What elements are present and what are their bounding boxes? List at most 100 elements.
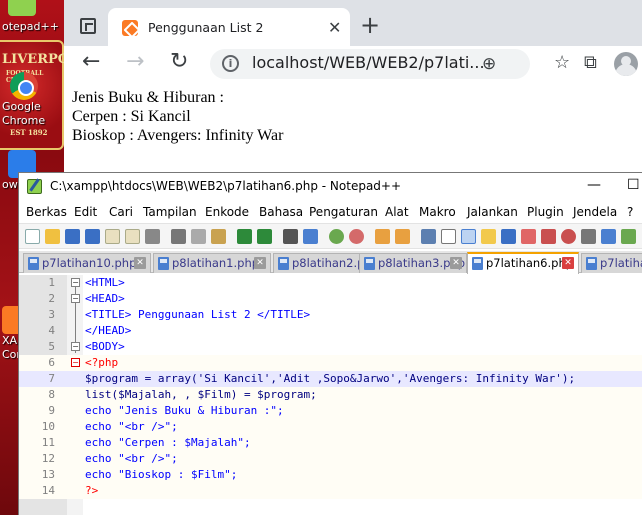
- close-tab-icon[interactable]: ✕: [562, 257, 574, 269]
- code-editor[interactable]: 1 − <HTML> 2 − <HEAD> 3 <TITLE> Pengguna…: [19, 275, 642, 515]
- code-text: <BODY>: [85, 340, 125, 353]
- fold-toggle-icon[interactable]: −: [71, 278, 80, 287]
- desktop-icon-label[interactable]: otepad++: [2, 20, 59, 33]
- line-number: 6: [48, 356, 55, 369]
- maximize-button[interactable]: ☐: [627, 177, 640, 193]
- close-tab-icon[interactable]: ✕: [134, 257, 146, 269]
- php-file-icon: [364, 257, 375, 270]
- file-tab-name: p7latihan6.php: [486, 256, 574, 270]
- menu-berkas[interactable]: Berkas: [26, 205, 67, 219]
- chrome-window: Penggunaan List 2 ✕ + ← → ↻ i localhost/…: [64, 0, 642, 178]
- desktop-icon-label[interactable]: ow: [2, 178, 18, 191]
- file-tab[interactable]: p7latihan10.php ✕: [23, 253, 151, 273]
- paste-icon[interactable]: [211, 229, 226, 244]
- menu-pengaturan[interactable]: Pengaturan: [309, 205, 378, 219]
- page-line: Jenis Buku & Hiburan :: [72, 89, 224, 106]
- line-number: 9: [48, 404, 55, 417]
- open-file-icon[interactable]: [45, 229, 60, 244]
- folder-workspace-icon[interactable]: [521, 229, 536, 244]
- sync-scroll-v-icon[interactable]: [375, 229, 390, 244]
- menu-makro[interactable]: Makro: [419, 205, 456, 219]
- desktop-icon-label[interactable]: Google: [2, 100, 41, 113]
- notepad-plus-plus-icon[interactable]: [8, 0, 36, 16]
- record-macro-icon[interactable]: [561, 229, 576, 244]
- back-arrow-icon[interactable]: ←: [82, 51, 100, 73]
- print-icon[interactable]: [145, 229, 160, 244]
- doc-map-icon[interactable]: [481, 229, 496, 244]
- fold-toggle-icon[interactable]: −: [71, 358, 80, 367]
- menu-jendela[interactable]: Jendela: [573, 205, 617, 219]
- cut-icon[interactable]: [171, 229, 186, 244]
- run-macro-icon[interactable]: [621, 229, 636, 244]
- collections-icon[interactable]: ⧉: [584, 52, 597, 73]
- menu-edit[interactable]: Edit: [74, 205, 97, 219]
- profile-avatar[interactable]: [614, 52, 638, 76]
- notepad-plus-plus-window: C:\xampp\htdocs\WEB\WEB2\p7latihan6.php …: [18, 172, 642, 515]
- tab-search-icon[interactable]: [80, 18, 96, 34]
- find-icon[interactable]: [283, 229, 298, 244]
- window-title: C:\xampp\htdocs\WEB\WEB2\p7latihan6.php …: [50, 179, 402, 193]
- url-text[interactable]: localhost/WEB/WEB2/p7lati...: [252, 53, 485, 72]
- menu-enkode[interactable]: Enkode: [205, 205, 249, 219]
- code-text: echo "<br />";: [85, 420, 178, 433]
- forward-arrow-icon[interactable]: →: [126, 51, 144, 73]
- fold-toggle-icon[interactable]: −: [71, 294, 80, 303]
- file-tab[interactable]: p8latihan3.php ✕: [359, 253, 467, 273]
- menu-tampilan[interactable]: Tampilan: [143, 205, 197, 219]
- redo-icon[interactable]: [257, 229, 272, 244]
- zoom-out-icon[interactable]: [349, 229, 364, 244]
- close-all-icon[interactable]: [125, 229, 140, 244]
- code-line: 5 − <BODY>: [19, 339, 642, 355]
- menu-bahasa[interactable]: Bahasa: [259, 205, 303, 219]
- menu-plugin[interactable]: Plugin: [527, 205, 564, 219]
- undo-icon[interactable]: [237, 229, 252, 244]
- php-file-icon: [28, 257, 39, 270]
- indent-guide-icon[interactable]: [461, 229, 476, 244]
- site-info-icon[interactable]: i: [222, 55, 239, 72]
- menu-cari[interactable]: Cari: [109, 205, 133, 219]
- function-list-icon[interactable]: [501, 229, 516, 244]
- install-app-icon[interactable]: ⊕: [482, 54, 496, 74]
- copy-icon[interactable]: [191, 229, 206, 244]
- sync-scroll-h-icon[interactable]: [395, 229, 410, 244]
- reload-icon[interactable]: ↻: [170, 51, 188, 73]
- address-bar[interactable]: i localhost/WEB/WEB2/p7lati... ⊕: [210, 49, 530, 79]
- word-wrap-icon[interactable]: [421, 229, 436, 244]
- zoom-in-icon[interactable]: [329, 229, 344, 244]
- file-tab[interactable]: p8latihan1.php ✕: [153, 253, 271, 273]
- show-all-chars-icon[interactable]: [441, 229, 456, 244]
- file-tab-active[interactable]: p7latihan6.php ✕: [467, 252, 579, 274]
- line-number: 5: [48, 340, 55, 353]
- save-all-icon[interactable]: [85, 229, 100, 244]
- file-tab-bar: p7latihan10.php ✕ p8latihan1.php ✕ p8lat…: [19, 251, 642, 274]
- line-number: 8: [48, 388, 55, 401]
- chrome-icon[interactable]: [10, 72, 38, 100]
- menu-alat[interactable]: Alat: [385, 205, 409, 219]
- xampp-favicon-icon: [122, 20, 138, 36]
- file-tab[interactable]: p7latihan7: [581, 253, 642, 273]
- desktop-icon-label[interactable]: Chrome: [2, 114, 45, 127]
- monitoring-icon[interactable]: [541, 229, 556, 244]
- close-file-icon[interactable]: [105, 229, 120, 244]
- line-number: 13: [41, 468, 55, 481]
- replace-icon[interactable]: [303, 229, 318, 244]
- php-file-icon: [472, 257, 483, 270]
- play-macro-icon[interactable]: [601, 229, 616, 244]
- browser-tab[interactable]: Penggunaan List 2 ✕: [108, 8, 350, 50]
- code-line: 6 − <?php: [19, 355, 642, 371]
- close-tab-icon[interactable]: ✕: [254, 257, 266, 269]
- save-icon[interactable]: [65, 229, 80, 244]
- fold-toggle-icon[interactable]: −: [71, 342, 80, 351]
- stop-macro-icon[interactable]: [581, 229, 596, 244]
- new-file-icon[interactable]: [25, 229, 40, 244]
- close-tab-icon[interactable]: ✕: [450, 257, 462, 269]
- new-tab-button[interactable]: +: [360, 13, 380, 37]
- menu-help[interactable]: ?: [627, 205, 633, 219]
- menu-jalankan[interactable]: Jalankan: [467, 205, 518, 219]
- line-number: 7: [48, 372, 55, 385]
- close-tab-icon[interactable]: ✕: [328, 18, 341, 37]
- bookmark-star-icon[interactable]: ☆: [554, 52, 570, 73]
- code-line: 2 − <HEAD>: [19, 291, 642, 307]
- minimize-button[interactable]: —: [587, 177, 601, 193]
- php-file-icon: [586, 257, 597, 270]
